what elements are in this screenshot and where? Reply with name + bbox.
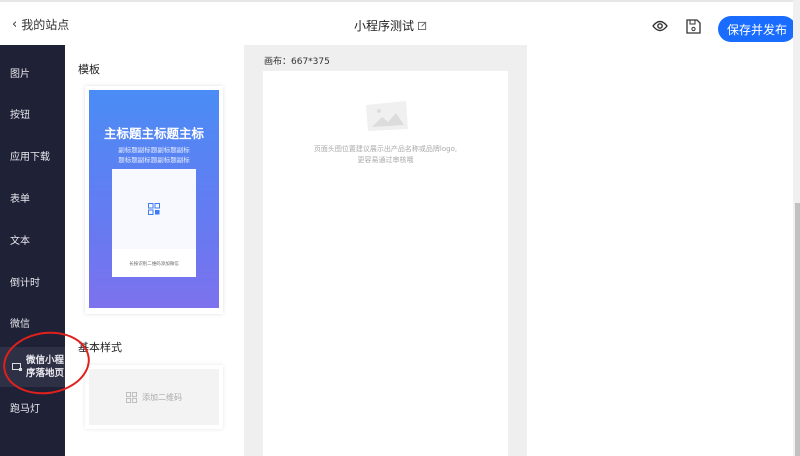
template-caption: 长按识别二维码添加微信 (129, 262, 179, 267)
miniprogram-icon (12, 363, 22, 371)
image-placeholder-icon (366, 101, 408, 131)
sidebar-item-marquee[interactable]: 跑马灯 (0, 400, 65, 415)
template-subtitle-2: 题标题副标题副标题副标 (118, 156, 190, 164)
edit-icon[interactable] (418, 21, 427, 30)
add-qr-code-label: 添加二维码 (142, 392, 182, 402)
save-and-publish-button[interactable]: 保存并发布 (718, 16, 796, 42)
sidebar-item-form[interactable]: 表单 (0, 190, 65, 205)
template-main-title: 主标题主标题主标 (103, 126, 204, 141)
template-card[interactable]: 主标题主标题主标 副标题副标题副标题副标 题标题副标题副标题副标 长按识别二维码… (85, 86, 223, 314)
canvas-area: 画布：667*375 页面头图位置建议展示出产品名称或品牌logo, 更容易通过… (244, 45, 527, 456)
save-icon[interactable] (684, 17, 702, 35)
templates-title: 模板 (78, 63, 100, 76)
chevron-left-icon: ‹ (12, 17, 18, 32)
page-title: 小程序测试 (354, 17, 427, 34)
basic-styles-title: 基本样式 (78, 341, 122, 354)
sidebar-item-label-line1: 微信小程 (26, 355, 65, 366)
sidebar-item-wechat[interactable]: 微信 (0, 315, 65, 330)
sidebar-item-button[interactable]: 按钮 (0, 106, 65, 121)
template-qr-card: 长按识别二维码添加微信 (112, 169, 196, 277)
sidebar-item-label-line2: 序落地页 (26, 368, 65, 379)
qr-code-icon (148, 203, 160, 215)
page-title-text: 小程序测试 (354, 19, 415, 33)
template-subtitle-1: 副标题副标题副标题副标 (118, 146, 190, 154)
hint-line-2: 更容易通过审核哦 (357, 156, 414, 164)
header-image-hint: 页面头图位置建议展示出产品名称或品牌logo, 更容易通过审核哦 (263, 144, 508, 166)
phone-canvas[interactable]: 页面头图位置建议展示出产品名称或品牌logo, 更容易通过审核哦 (263, 71, 508, 456)
qr-code-icon (126, 391, 137, 403)
hint-line-1: 页面头图位置建议展示出产品名称或品牌logo, (313, 145, 458, 153)
component-panel: 模板 主标题主标题主标 副标题副标题副标题副标 题标题副标题副标题副标 长按识别… (65, 45, 244, 456)
sidebar-item-wechat-miniprogram-landing[interactable]: 微信小程 序落地页 (0, 347, 65, 387)
sidebar-item-image[interactable]: 图片 (0, 65, 65, 80)
preview-eye-icon[interactable] (651, 17, 669, 35)
back-label: 我的站点 (21, 18, 70, 32)
sidebar-item-countdown[interactable]: 倒计时 (0, 274, 65, 289)
back-button[interactable]: ‹ 我的站点 (12, 16, 69, 33)
properties-panel (527, 45, 793, 456)
top-bar: ‹ 我的站点 小程序测试 保存并发布 (0, 0, 800, 45)
add-qr-code-block[interactable]: 添加二维码 (85, 365, 223, 429)
canvas-size-label: 画布：667*375 (264, 57, 330, 67)
scrollbar-thumb[interactable] (795, 203, 800, 456)
component-sidebar: 图片 按钮 应用下载 表单 文本 倒计时 微信 微信小程 序落地页 跑马灯 (0, 45, 65, 456)
sidebar-item-app-download[interactable]: 应用下载 (0, 148, 65, 163)
sidebar-item-text[interactable]: 文本 (0, 232, 65, 247)
